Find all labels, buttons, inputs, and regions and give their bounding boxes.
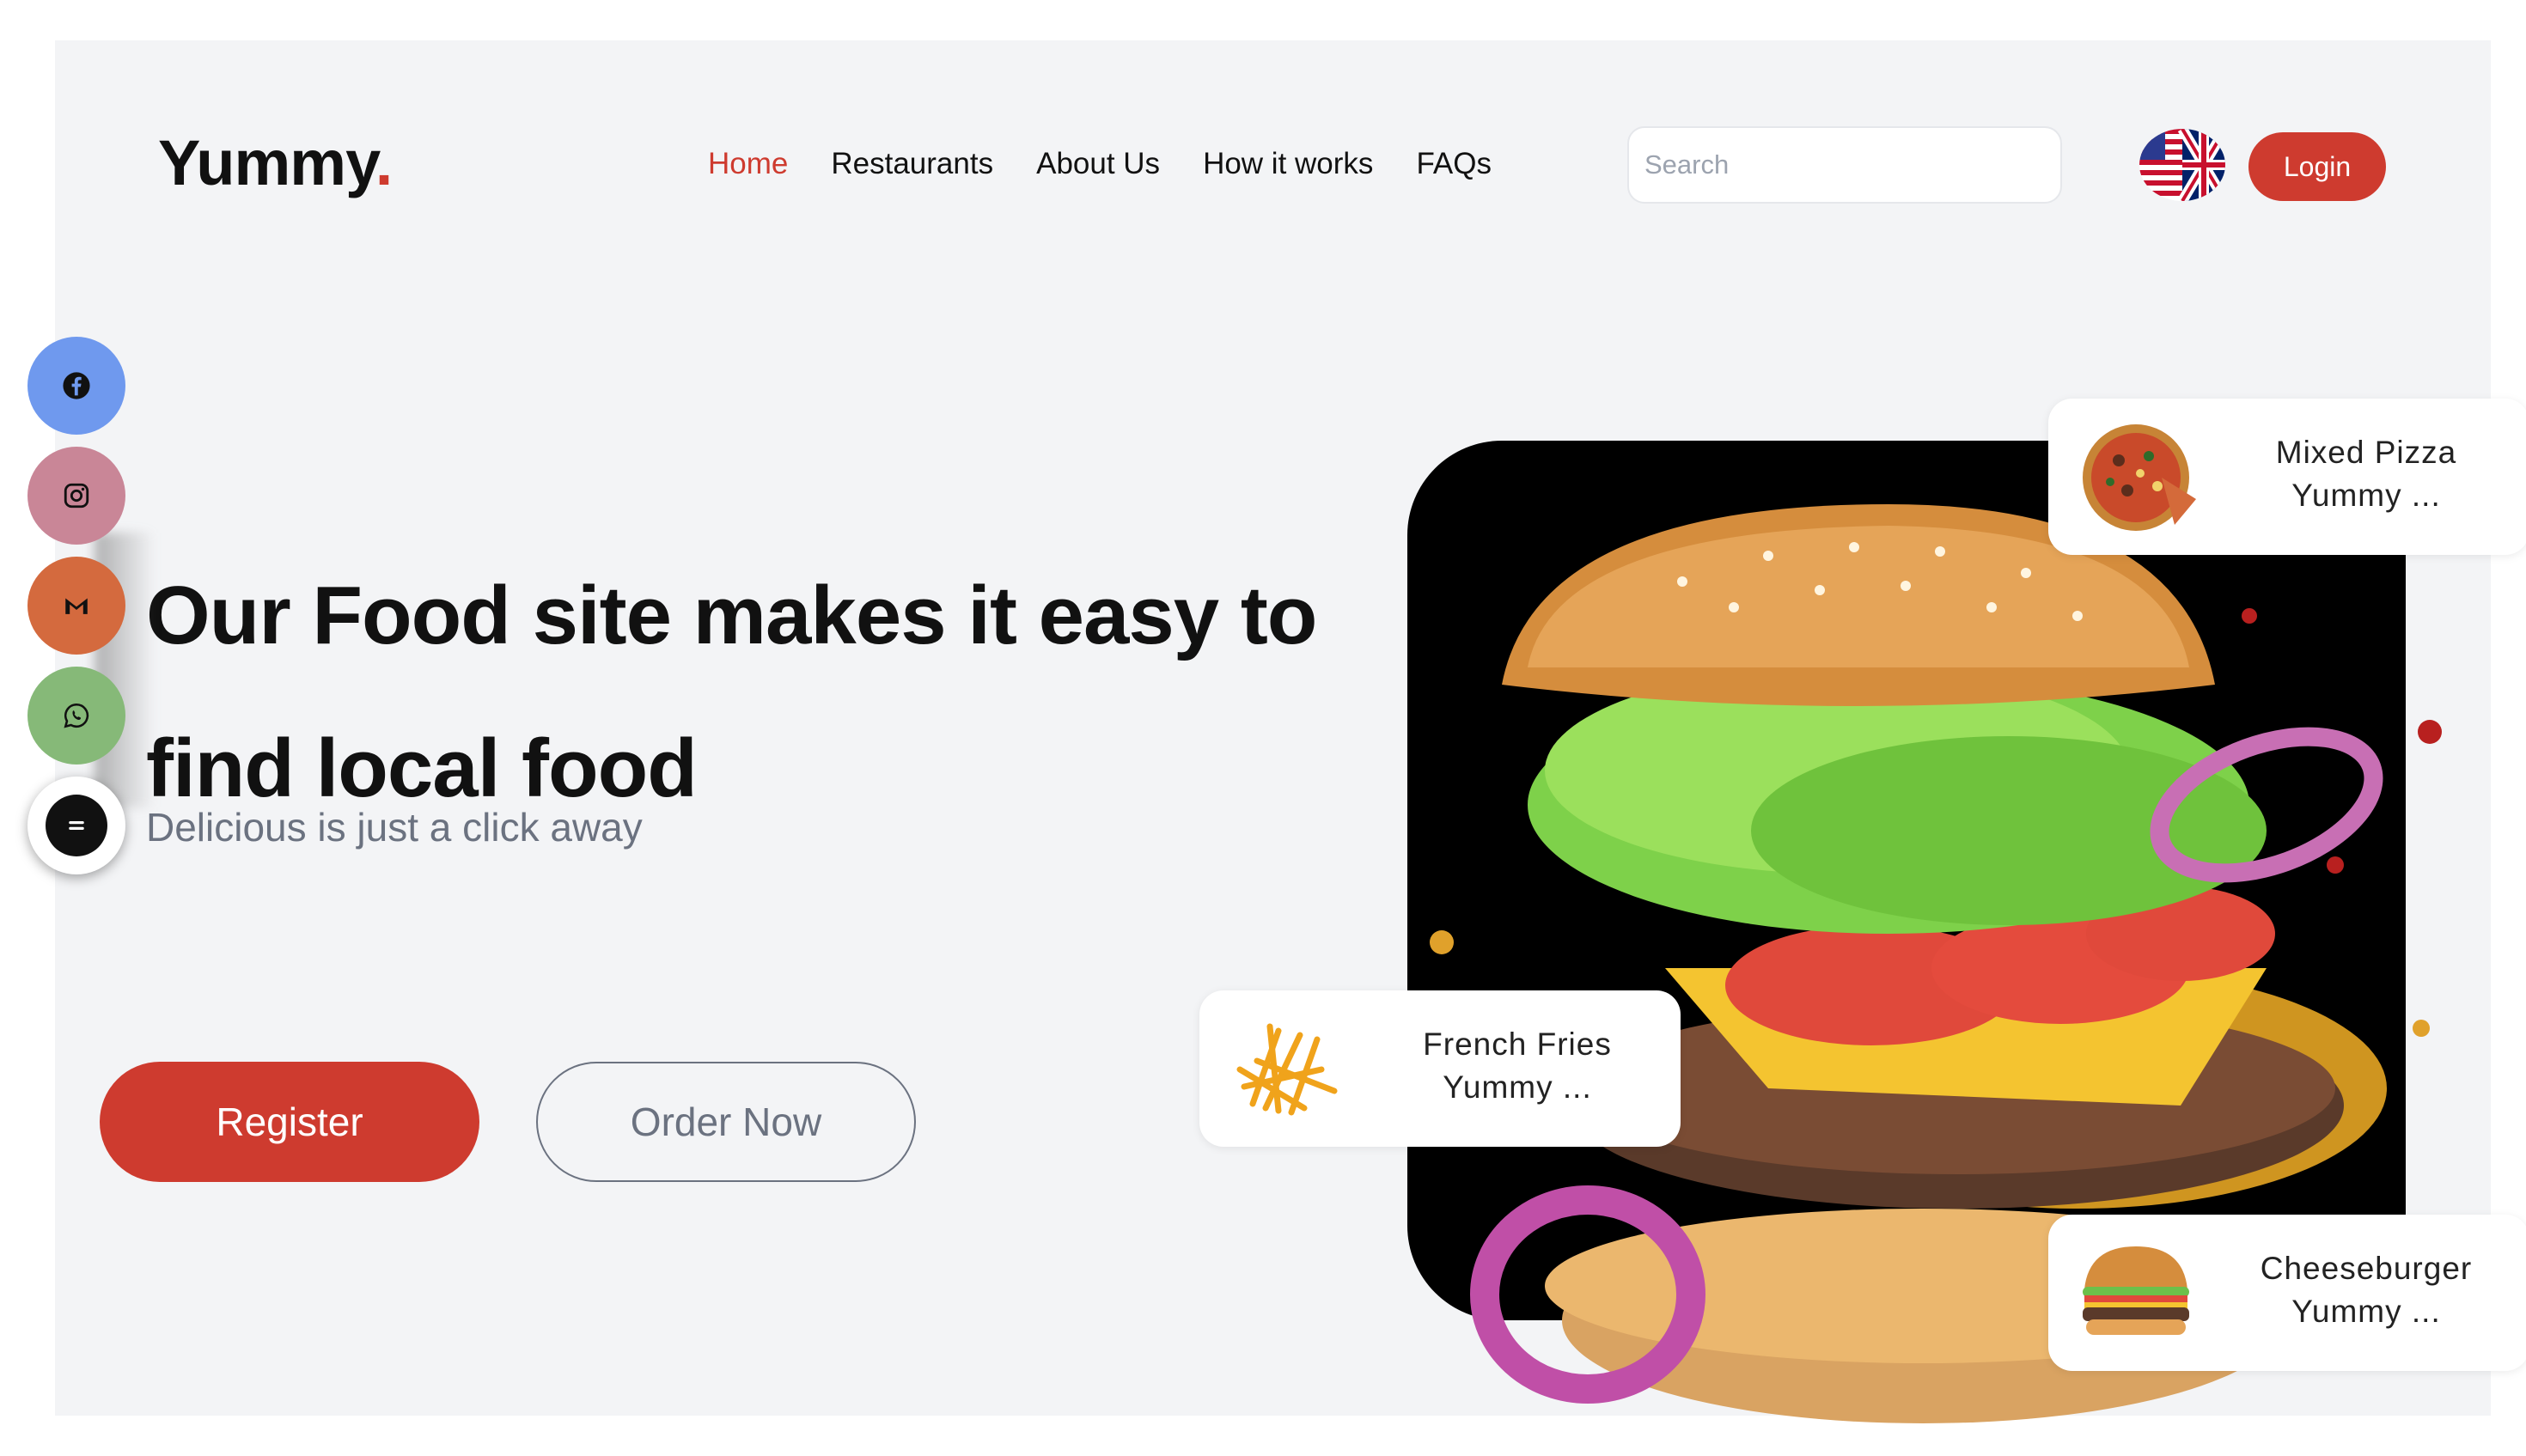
search-input[interactable] <box>1627 126 2062 204</box>
nav-faqs[interactable]: FAQs <box>1416 147 1492 190</box>
hero-title-line1: Our Food site makes it easy to <box>146 570 1317 661</box>
hero-title-line2: find local food <box>146 722 698 814</box>
instagram-icon <box>64 483 89 509</box>
card-name: Mixed Pizza <box>2275 435 2457 470</box>
login-button[interactable]: Login <box>2248 132 2386 201</box>
nav-how-it-works[interactable]: How it works <box>1203 147 1373 190</box>
order-now-button[interactable]: Order Now <box>536 1062 916 1182</box>
gmail-button[interactable] <box>27 557 125 655</box>
card-name: Cheeseburger <box>2260 1251 2473 1286</box>
card-french-fries[interactable]: French Fries Yummy ... <box>1199 990 1681 1147</box>
card-mixed-pizza[interactable]: Mixed Pizza Yummy ... <box>2048 399 2526 555</box>
nav-restaurants[interactable]: Restaurants <box>831 147 993 190</box>
instagram-button[interactable] <box>27 447 125 545</box>
register-button[interactable]: Register <box>100 1062 479 1182</box>
nav-home[interactable]: Home <box>708 147 788 190</box>
chat-button[interactable] <box>27 777 125 874</box>
cheeseburger-icon <box>2083 1246 2189 1335</box>
card-name: French Fries <box>1423 1027 1612 1062</box>
facebook-button[interactable] <box>27 337 125 435</box>
french-fries-icon <box>1236 1023 1338 1116</box>
main-nav: Home Restaurants About Us How it works F… <box>708 147 1535 190</box>
site-logo[interactable]: Yummy. <box>158 126 393 199</box>
facebook-icon <box>63 372 90 399</box>
nav-about-us[interactable]: About Us <box>1036 147 1160 190</box>
pizza-icon <box>2083 424 2196 531</box>
card-description: Yummy ... <box>1443 1069 1592 1105</box>
card-description: Yummy ... <box>2291 478 2441 513</box>
whatsapp-icon <box>64 703 89 728</box>
card-cheeseburger[interactable]: Cheeseburger Yummy ... <box>2048 1215 2526 1371</box>
chat-icon <box>46 795 107 856</box>
gmail-icon <box>65 598 88 614</box>
card-description: Yummy ... <box>2291 1294 2441 1329</box>
site-header: Yummy. Home Restaurants About Us How it … <box>55 40 2491 265</box>
us-uk-flag-icon[interactable] <box>2139 129 2225 201</box>
whatsapp-button[interactable] <box>27 667 125 765</box>
hero-subtitle: Delicious is just a click away <box>146 805 643 850</box>
